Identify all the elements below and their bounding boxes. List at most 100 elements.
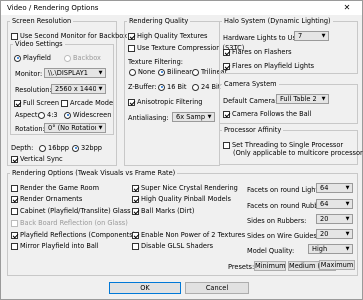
playfield-reflections-checkbox[interactable]: Playfield Reflections (Components)	[11, 231, 135, 239]
checkbox-indicator	[132, 195, 139, 203]
title-bar[interactable]: Video / Rendering Options ✕	[1, 1, 362, 15]
radio-indicator	[64, 54, 71, 62]
chevron-down-icon: ▼	[345, 185, 350, 191]
render-game-room-checkbox[interactable]: Render the Game Room	[11, 184, 99, 192]
video-settings-legend: Video Settings	[15, 40, 63, 48]
ok-button[interactable]: OK	[109, 282, 181, 294]
checkbox-indicator	[11, 242, 18, 250]
chevron-down-icon: ▼	[345, 231, 350, 237]
playfield-radio[interactable]: Playfield	[14, 54, 51, 62]
model-quality-label: Model Quality:	[247, 247, 295, 255]
flares-flashers-checkbox[interactable]: Flares on Flashers	[223, 48, 292, 56]
checkbox-indicator	[132, 231, 139, 239]
facets-rubbers-value: 64	[320, 200, 329, 208]
depth-32-label: 32bpp	[81, 144, 102, 152]
antialiasing-label: Antialiasing:	[128, 114, 169, 122]
npot-textures-checkbox[interactable]: Enable Non Power of 2 Textures	[132, 231, 245, 239]
cabinet-glass-label: Cabinet (Playfield/Translite) Glass	[20, 207, 131, 215]
preset-minimum-button[interactable]: Minimum	[254, 261, 286, 271]
checkbox-indicator	[223, 141, 230, 149]
checkbox-indicator	[11, 155, 18, 163]
sides-rubbers-select[interactable]: 20 ▼	[316, 214, 353, 224]
zbuffer-24-radio[interactable]: 24 Bit	[192, 83, 220, 91]
rotation-select[interactable]: 0° (No Rotation) ▼	[44, 123, 106, 133]
disable-glsl-checkbox[interactable]: Disable GLSL Shaders	[132, 242, 213, 250]
single-processor-checkbox[interactable]: Set Threading to Single Processor	[223, 141, 343, 149]
flares-flashers-label: Flares on Flashers	[232, 48, 292, 56]
hardware-lights-value: 7	[298, 32, 303, 40]
crystal-rendering-label: Super Nice Crystal Rendering	[141, 184, 238, 192]
playfield-label: Playfield	[23, 54, 51, 62]
radio-indicator	[192, 83, 199, 91]
preset-maximum-button[interactable]: Maximum	[319, 260, 355, 270]
anisotropic-checkbox[interactable]: Anisotropic Filtering	[128, 98, 202, 106]
high-quality-textures-checkbox[interactable]: High Quality Textures	[128, 32, 207, 40]
arcade-mode-checkbox[interactable]: Arcade Mode	[61, 99, 113, 107]
facets-lights-select[interactable]: 64 ▼	[316, 183, 353, 193]
radio-indicator	[38, 111, 45, 119]
radio-indicator	[14, 54, 21, 62]
camera-follows-ball-checkbox[interactable]: Camera Follows the Ball	[223, 110, 311, 118]
mirror-playfield-checkbox[interactable]: Mirror Playfield into Ball	[11, 242, 99, 250]
hq-pinball-models-checkbox[interactable]: High Quality Pinball Models	[132, 195, 231, 203]
render-ornaments-label: Render Ornaments	[20, 195, 83, 203]
checkbox-indicator	[223, 62, 230, 70]
aspect-widescreen-radio[interactable]: Widescreen	[64, 111, 111, 119]
ball-marks-checkbox[interactable]: Ball Marks (Dirt)	[132, 207, 194, 215]
checkbox-indicator	[128, 44, 135, 52]
checkbox-indicator	[11, 184, 18, 192]
rendering-options-legend: Rendering Options (Tweak Visuals vs Fram…	[12, 169, 176, 177]
halo-system-legend: Halo System (Dynamic Lighting)	[224, 17, 331, 25]
camera-system-legend: Camera System	[224, 80, 277, 88]
backboard-reflection-checkbox[interactable]: Back Board Reflection (on Glass)	[11, 219, 128, 227]
depth-label: Depth:	[11, 144, 34, 152]
sides-guides-select[interactable]: 20 ▼	[316, 229, 353, 239]
cabinet-glass-checkbox[interactable]: Cabinet (Playfield/Translite) Glass	[11, 207, 131, 215]
facets-lights-value: 64	[320, 184, 329, 192]
crystal-rendering-checkbox[interactable]: Super Nice Crystal Rendering	[132, 184, 238, 192]
default-camera-label: Default Camera:	[223, 97, 278, 105]
radio-indicator	[64, 111, 71, 119]
depth-16-radio[interactable]: 16bpp	[39, 144, 69, 152]
presets-label: Presets:	[228, 263, 255, 271]
flares-playfield-checkbox[interactable]: Flares on Playfield Lights	[223, 62, 314, 70]
depth-32-radio[interactable]: 32bpp	[72, 144, 102, 152]
backbox-label: Backbox	[73, 54, 101, 62]
hardware-lights-select[interactable]: 7 ▼	[294, 31, 329, 41]
zbuffer-24-label: 24 Bit	[201, 83, 221, 91]
antialiasing-select[interactable]: 6x Sample ▼	[172, 112, 215, 122]
backbox-radio[interactable]: Backbox	[64, 54, 101, 62]
default-camera-select[interactable]: Full Table 2 ▼	[276, 94, 329, 104]
second-monitor-checkbox[interactable]: Use Second Monitor for Backbox	[11, 32, 127, 40]
checkbox-indicator	[223, 48, 230, 56]
rotation-value: 0° (No Rotation)	[48, 124, 96, 132]
fullscreen-checkbox[interactable]: Full Screen	[14, 99, 59, 107]
model-quality-select[interactable]: High ▼	[308, 244, 353, 254]
facets-rubbers-select[interactable]: 64 ▼	[316, 199, 353, 209]
monitor-select[interactable]: \\.\DISPLAY1 ▼	[44, 68, 106, 78]
aspect-43-label: 4:3	[47, 111, 58, 119]
aspect-widescreen-label: Widescreen	[73, 111, 112, 119]
mirror-playfield-label: Mirror Playfield into Ball	[20, 242, 99, 250]
filter-bilinear-radio[interactable]: Bilinear	[158, 68, 192, 76]
filter-none-radio[interactable]: None	[129, 68, 155, 76]
vsync-checkbox[interactable]: Vertical Sync	[11, 155, 63, 163]
monitor-value: \\.\DISPLAY1	[48, 69, 88, 77]
arcade-mode-label: Arcade Mode	[70, 99, 114, 107]
fullscreen-label: Full Screen	[23, 99, 60, 107]
backboard-reflection-label: Back Board Reflection (on Glass)	[20, 219, 128, 227]
radio-indicator	[39, 144, 46, 152]
aspect-43-radio[interactable]: 4:3	[38, 111, 58, 119]
sides-rubbers-label: Sides on Rubbers:	[247, 217, 307, 225]
ball-marks-label: Ball Marks (Dirt)	[141, 207, 195, 215]
monitor-label: Monitor:	[15, 70, 43, 78]
render-ornaments-checkbox[interactable]: Render Ornaments	[11, 195, 82, 203]
resolution-select[interactable]: 2560 x 1440 ▼	[51, 84, 106, 94]
cancel-button[interactable]: Cancel	[185, 282, 249, 294]
zbuffer-16-radio[interactable]: 16 Bit	[158, 83, 186, 91]
checkbox-indicator	[128, 98, 135, 106]
checkbox-indicator	[61, 99, 68, 107]
close-button[interactable]: ✕	[332, 1, 362, 15]
hq-pinball-models-label: High Quality Pinball Models	[141, 195, 231, 203]
facets-lights-label: Facets on round Lights:	[247, 186, 324, 194]
